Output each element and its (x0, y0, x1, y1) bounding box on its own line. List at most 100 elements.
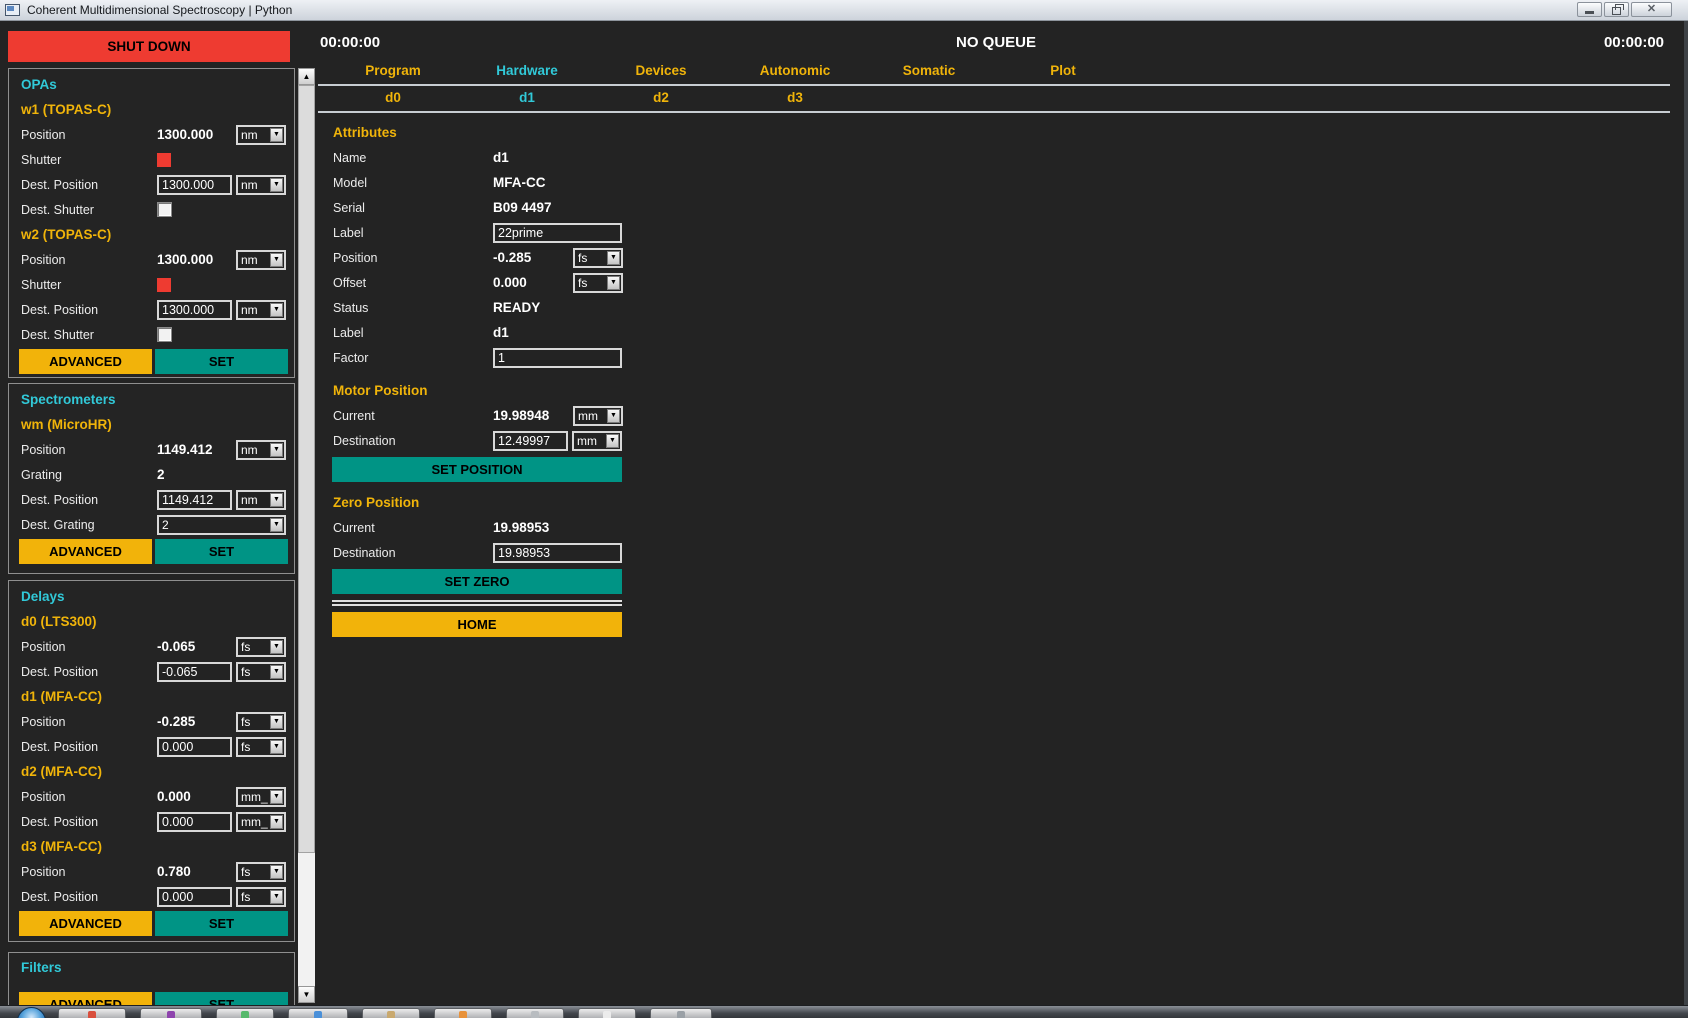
dropdown-arrow-icon[interactable]: ▼ (270, 790, 283, 804)
opas-set-button[interactable]: SET (155, 349, 288, 374)
w2-dest-position-unit: nm (238, 302, 271, 318)
motor-destination-unit: mm (574, 433, 607, 449)
wm-dest-position-unit-select[interactable]: nm ▼ (236, 490, 286, 510)
d2-position-unit-select[interactable]: mm_ ▼ (236, 787, 286, 807)
taskbar-app-button[interactable] (288, 1008, 348, 1018)
home-button[interactable]: HOME (332, 612, 622, 637)
dropdown-arrow-icon[interactable]: ▼ (607, 276, 620, 290)
dropdown-arrow-icon[interactable]: ▼ (270, 715, 283, 729)
motor-current-unit-select[interactable]: mm ▼ (573, 406, 623, 426)
taskbar-app-button[interactable] (362, 1008, 420, 1018)
w1-dest-position-input[interactable] (157, 175, 232, 195)
d1-dest-position-unit-select[interactable]: fs ▼ (236, 737, 286, 757)
attr-position-unit-select[interactable]: fs ▼ (573, 248, 623, 268)
d2-dest-position-input[interactable] (157, 812, 232, 832)
delays-advanced-button[interactable]: ADVANCED (19, 911, 152, 936)
tab-plot[interactable]: Plot (996, 63, 1130, 78)
title-bar: Coherent Multidimensional Spectroscopy |… (0, 0, 1688, 21)
taskbar-app-button[interactable] (506, 1008, 564, 1018)
wm-grating-label: Grating (21, 468, 157, 482)
w2-position-value: 1300.000 (157, 252, 236, 267)
attr-label2-row: Label d1 (318, 320, 630, 345)
d1-dest-position-input[interactable] (157, 737, 232, 757)
d3-dest-position-unit-select[interactable]: fs ▼ (236, 887, 286, 907)
tab-somatic[interactable]: Somatic (862, 63, 996, 78)
dropdown-arrow-icon[interactable]: ▼ (270, 443, 283, 457)
spectrometers-set-button[interactable]: SET (155, 539, 288, 564)
dropdown-arrow-icon[interactable]: ▼ (607, 251, 620, 265)
motor-destination-unit-select[interactable]: mm ▼ (572, 431, 622, 451)
d0-position-unit-select[interactable]: fs ▼ (236, 637, 286, 657)
zero-destination-input[interactable] (493, 543, 622, 563)
dropdown-arrow-icon[interactable]: ▼ (606, 434, 619, 448)
taskbar-app-button[interactable] (434, 1008, 492, 1018)
delays-set-button[interactable]: SET (155, 911, 288, 936)
wm-position-row: Position 1149.412 nm ▼ (9, 437, 294, 462)
taskbar-app-button[interactable] (578, 1008, 636, 1018)
wm-dest-grating-select[interactable]: 2 ▼ (157, 515, 286, 535)
wm-position-unit-select[interactable]: nm ▼ (236, 440, 286, 460)
scrollbar-thumb[interactable] (298, 85, 315, 853)
tab-d0[interactable]: d0 (326, 90, 460, 105)
attr-label-input[interactable] (493, 223, 622, 243)
tab-autonomic[interactable]: Autonomic (728, 63, 862, 78)
taskbar-app-button[interactable] (140, 1008, 202, 1018)
d0-dest-position-unit-select[interactable]: fs ▼ (236, 662, 286, 682)
d3-position-unit-select[interactable]: fs ▼ (236, 862, 286, 882)
taskbar-app-button[interactable] (58, 1008, 126, 1018)
attr-factor-input[interactable] (493, 348, 622, 368)
dropdown-arrow-icon[interactable]: ▼ (607, 409, 620, 423)
set-position-button[interactable]: SET POSITION (332, 457, 622, 482)
dropdown-arrow-icon[interactable]: ▼ (270, 740, 283, 754)
opas-button-row: ADVANCED SET (9, 347, 294, 374)
dropdown-arrow-icon[interactable]: ▼ (270, 253, 283, 267)
tab-devices[interactable]: Devices (594, 63, 728, 78)
d2-position-label: Position (21, 790, 157, 804)
dropdown-arrow-icon[interactable]: ▼ (270, 303, 283, 317)
w1-dest-position-label: Dest. Position (21, 178, 157, 192)
dropdown-arrow-icon[interactable]: ▼ (270, 493, 283, 507)
window-right-border (1684, 20, 1688, 1006)
dropdown-arrow-icon[interactable]: ▼ (270, 128, 283, 142)
zero-current-row: Current 19.98953 (318, 515, 630, 540)
d1-position-unit-select[interactable]: fs ▼ (236, 712, 286, 732)
scrollbar-up-icon[interactable]: ▲ (298, 68, 315, 85)
minimize-button[interactable] (1577, 2, 1602, 17)
tab-program[interactable]: Program (326, 63, 460, 78)
dropdown-arrow-icon[interactable]: ▼ (270, 865, 283, 879)
motor-destination-input[interactable] (493, 431, 568, 451)
restore-button[interactable] (1604, 2, 1629, 17)
w1-position-unit-select[interactable]: nm ▼ (236, 125, 286, 145)
d3-dest-position-input[interactable] (157, 887, 232, 907)
opas-advanced-button[interactable]: ADVANCED (19, 349, 152, 374)
taskbar-app-button[interactable] (216, 1008, 274, 1018)
w1-dest-position-unit-select[interactable]: nm ▼ (236, 175, 286, 195)
set-zero-button[interactable]: SET ZERO (332, 569, 622, 594)
close-button[interactable]: ✕ (1631, 2, 1672, 17)
tab-d3[interactable]: d3 (728, 90, 862, 105)
tab-d1[interactable]: d1 (460, 90, 594, 105)
wm-dest-position-input[interactable] (157, 490, 232, 510)
tab-d2[interactable]: d2 (594, 90, 728, 105)
spectrometers-advanced-button[interactable]: ADVANCED (19, 539, 152, 564)
w2-position-unit-select[interactable]: nm ▼ (236, 250, 286, 270)
dropdown-arrow-icon[interactable]: ▼ (270, 665, 283, 679)
d0-dest-position-input[interactable] (157, 662, 232, 682)
dropdown-arrow-icon[interactable]: ▼ (270, 178, 283, 192)
dropdown-arrow-icon[interactable]: ▼ (270, 518, 283, 532)
tab-hardware[interactable]: Hardware (460, 63, 594, 78)
w2-dest-position-unit-select[interactable]: nm ▼ (236, 300, 286, 320)
shutdown-button[interactable]: SHUT DOWN (8, 31, 290, 62)
w2-dest-shutter-checkbox[interactable] (157, 327, 172, 342)
scrollbar-down-icon[interactable]: ▼ (298, 986, 315, 1003)
d2-dest-position-unit-select[interactable]: mm_ ▼ (236, 812, 286, 832)
dropdown-arrow-icon[interactable]: ▼ (270, 890, 283, 904)
w1-dest-shutter-checkbox[interactable] (157, 202, 172, 217)
dropdown-arrow-icon[interactable]: ▼ (270, 640, 283, 654)
w2-dest-position-input[interactable] (157, 300, 232, 320)
taskbar-app-button[interactable] (650, 1008, 712, 1018)
sidebar-scrollbar[interactable]: ▲ ▼ (298, 68, 315, 1003)
start-button[interactable] (17, 1007, 46, 1018)
dropdown-arrow-icon[interactable]: ▼ (270, 815, 283, 829)
attr-offset-unit-select[interactable]: fs ▼ (573, 273, 623, 293)
